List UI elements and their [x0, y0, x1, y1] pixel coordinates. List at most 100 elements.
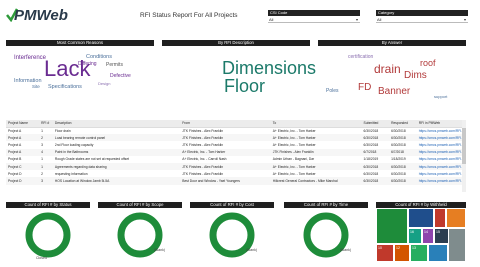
table-cell: 6/30/2018: [389, 162, 417, 171]
treemap-cell[interactable]: 13: [410, 244, 428, 262]
table-row[interactable]: Project A 4 Paint in the Bathrooms A+ Elect…: [6, 148, 466, 156]
filter-select[interactable]: All ▾: [376, 16, 468, 23]
table-cell: 6/30/2018: [389, 177, 417, 185]
col-responded[interactable]: Responded: [389, 120, 417, 128]
word: Interference: [14, 55, 47, 61]
donut-svg: [25, 212, 71, 258]
table-cell: 2nd Floor loading capacity: [54, 142, 94, 147]
col-project-name[interactable]: Project Name: [6, 120, 40, 128]
table-cell: A+ Electric, Inc. - Tom Harker: [270, 134, 362, 142]
donut-svg: [209, 212, 255, 258]
table-cell[interactable]: https://cmcs.pmweb.com/RFI...: [416, 162, 466, 171]
table-cell: 6/7/2018: [389, 148, 417, 156]
donut-slice[interactable]: [25, 212, 71, 258]
table-cell: HOS Location at Window Jamb 5i-5A: [52, 177, 181, 185]
col-to[interactable]: To: [270, 120, 362, 128]
table-cell[interactable]: https://cmcs.pmweb.com/RFI...: [416, 148, 466, 156]
table-cell: A+ Electric, Inc. - Tom Harker: [270, 162, 362, 171]
word: Site: [32, 84, 40, 89]
word: Banner: [378, 86, 411, 97]
col-rfi-link[interactable]: RFI in PMWeb: [416, 120, 466, 128]
treemap-cell[interactable]: [434, 208, 446, 228]
wordcloud-description: By RFI Description Dimensions Floor: [162, 40, 316, 112]
table-cell: A+ Electric, Inc. - Carroll Nash: [182, 157, 227, 162]
table-cell: Project D: [8, 171, 22, 176]
col-submitted[interactable]: Submitted: [361, 120, 390, 128]
table-cell: 1/18/2019: [363, 157, 379, 162]
table-cell: Project D: [6, 177, 40, 185]
table-cell: JTK Finishes - Alex Franklin: [180, 162, 271, 171]
word: Conditions: [86, 54, 112, 60]
treemap-cell[interactable]: [408, 208, 434, 228]
rfi-table[interactable]: Project Name RFI # Description From To S…: [6, 120, 466, 192]
page-title: RFI Status Report For All Projects: [140, 12, 238, 19]
table-cell[interactable]: https://cmcs.pmweb.com/RFI...: [417, 156, 466, 163]
table-header-row: Project Name RFI # Description From To S…: [6, 120, 466, 128]
table-cell: 6/30/2018: [389, 134, 417, 142]
table-row[interactable]: Project A 3 2nd Floor loading capacity JTK …: [6, 141, 466, 148]
table-cell: 1: [41, 157, 43, 162]
table-row[interactable]: Project A 1 Floor drain JTK Finishes - Alex…: [6, 127, 466, 134]
table-cell: 1: [39, 162, 53, 171]
table-row[interactable]: Project D 2 requesting information JTK Fini…: [6, 170, 466, 177]
table-cell[interactable]: https://cmcs.pmweb.com/RFI...: [417, 141, 466, 148]
treemap-withheld: Count of RFI # by Withheld 16 14 15 10 12 13: [376, 202, 466, 262]
table-cell: 3: [41, 142, 43, 147]
donut-chart-2: Count of RFI # by Cost (Blank): [190, 202, 274, 262]
table-cell[interactable]: https://cmcs.pmweb.com/RFI...: [416, 177, 466, 185]
table-cell: Project A: [8, 128, 22, 133]
table-cell: 1/18/2019: [391, 157, 406, 162]
donut-chart-3: Count of RFI # by Time (Blank): [284, 202, 368, 262]
scrollbar-thumb[interactable]: [462, 128, 466, 164]
table-cell: JTK Finishes - Alex Franklin: [182, 142, 224, 147]
word: Design: [98, 81, 111, 86]
wordcloud-answer: By Answer drain Dims Banner FD roof Pole…: [318, 40, 466, 112]
table-row[interactable]: Project B 1 Rough Grade states are not set…: [6, 156, 466, 163]
filter-category[interactable]: Category All ▾: [376, 10, 468, 23]
table-cell[interactable]: https://cmcs.pmweb.com/RFI...: [416, 134, 466, 142]
chevron-down-icon: ▾: [463, 17, 466, 22]
word: support: [434, 94, 448, 99]
table-cell: A+ Electric, Inc. - Tom Harker: [272, 142, 316, 147]
donut-label: (Blank): [340, 248, 352, 252]
table-cell: 6/30/2018: [363, 142, 379, 147]
word: FD: [358, 82, 372, 93]
table-row[interactable]: Project A 2 Load bearing remote control pa…: [6, 134, 466, 142]
treemap-cell[interactable]: [446, 208, 466, 228]
word: drain: [374, 62, 401, 76]
treemap-cell[interactable]: 14: [422, 228, 434, 244]
table-cell: 6/30/2018: [391, 171, 406, 176]
col-description[interactable]: Description: [52, 120, 181, 128]
donut-chart-1: Count of RFI # by Scope (Blank): [98, 202, 182, 262]
table-cell: JTK Finishes - Alex Franklin: [182, 171, 224, 176]
table-cell[interactable]: https://cmcs.pmweb.com/RFI...: [417, 127, 466, 134]
wordcloud-reasons: Most Common Reasons Lack Interference Co…: [6, 40, 154, 112]
col-from[interactable]: From: [180, 120, 271, 128]
chevron-down-icon: ▾: [355, 17, 358, 22]
treemap-cell[interactable]: [428, 244, 448, 262]
word: Defective: [110, 73, 131, 79]
table-cell: 6/30/2018: [361, 177, 390, 185]
table-cell: 6/7/2018: [361, 148, 390, 156]
word: Poles: [326, 88, 339, 94]
donut-label: (Blank): [246, 248, 258, 252]
table-row[interactable]: Project D 3 HOS Location at Window Jamb 5i…: [6, 177, 466, 185]
filter-csi-code[interactable]: CSI Code All ▾: [268, 10, 360, 23]
treemap-cell[interactable]: [448, 228, 466, 262]
table-cell: 2: [39, 134, 53, 142]
table-cell: Project A: [8, 142, 22, 147]
table-cell: 6/30/2018: [361, 162, 390, 171]
filter-select[interactable]: All ▾: [268, 16, 360, 23]
table-cell: A+ Electric, Inc. - Tom Harker: [272, 171, 316, 176]
table-row[interactable]: Project C 1 Agreements regarding data shar…: [6, 162, 466, 171]
table-cell[interactable]: https://cmcs.pmweb.com/RFI...: [417, 170, 466, 177]
word: roof: [420, 58, 436, 68]
word: Specifications: [48, 84, 82, 90]
table-cell: 6/30/2018: [391, 142, 406, 147]
treemap-cell[interactable]: 16: [408, 228, 422, 244]
treemap-cell[interactable]: [376, 208, 408, 244]
treemap-cell[interactable]: 12: [394, 244, 410, 262]
donut-chart-0: Count of RFI # by Status Closed: [6, 202, 90, 262]
treemap-cell[interactable]: 10: [376, 244, 394, 262]
col-rfi-number[interactable]: RFI #: [39, 120, 53, 128]
